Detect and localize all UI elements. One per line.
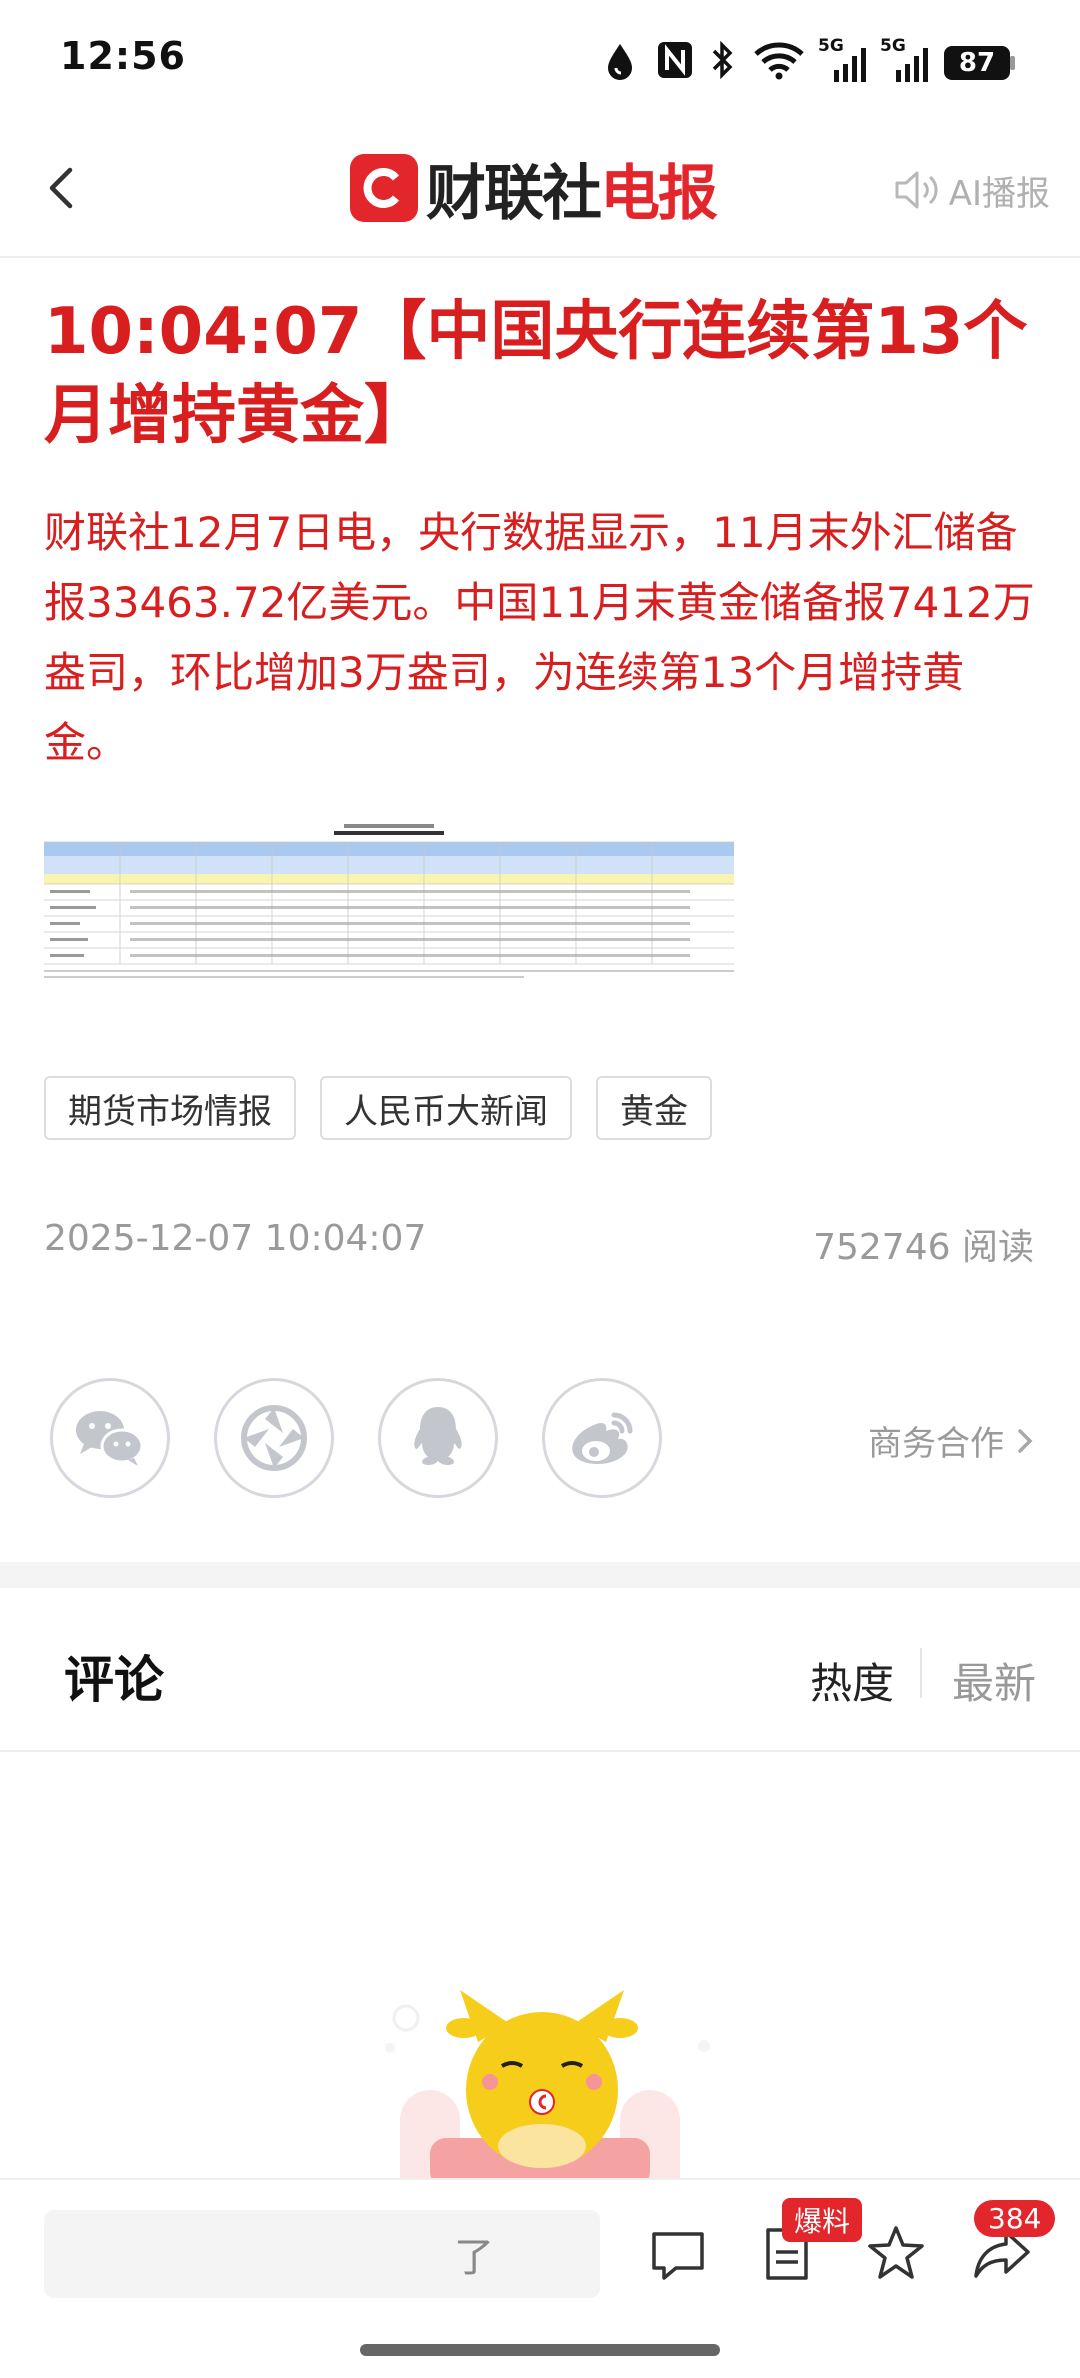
- moments-icon: [241, 1405, 307, 1471]
- article-headline: 10:04:07【中国央行连续第13个月增持黄金】: [44, 295, 1028, 453]
- business-cooperation-link[interactable]: 商务合作: [868, 1416, 1040, 1465]
- home-indicator[interactable]: [360, 2344, 720, 2356]
- qq-icon: [414, 1407, 462, 1465]
- share-qq-button[interactable]: [378, 1378, 498, 1498]
- wifi-icon: [754, 42, 804, 80]
- read-count-label: 阅读: [961, 1227, 1034, 1268]
- sort-separator: [920, 1648, 922, 1698]
- tag-rmb-news[interactable]: 人民币大新闻: [320, 1076, 572, 1140]
- logo-main-text: 财联社: [426, 158, 602, 229]
- nfc-icon: [658, 42, 692, 78]
- sort-by-hot-tab[interactable]: 热度: [810, 1650, 894, 1711]
- bluetooth-icon: [712, 40, 733, 80]
- logo-accent-text: 电报: [600, 158, 718, 229]
- baoliao-badge: 爆料: [782, 2198, 863, 2242]
- publish-time: 2025-12-07 10:04:07: [44, 1218, 427, 1259]
- signal-2-icon: 5G: [880, 36, 930, 82]
- share-weibo-button[interactable]: [542, 1378, 662, 1498]
- section-divider: [0, 1562, 1080, 1588]
- back-button[interactable]: [36, 160, 92, 216]
- battery-indicator: 87: [944, 46, 1010, 80]
- comment-input[interactable]: 了: [44, 2210, 600, 2298]
- tag-futures[interactable]: 期货市场情报: [44, 1076, 296, 1140]
- comment-input-placeholder: 了: [454, 2235, 494, 2281]
- bottom-bar: 了 爆料 384: [0, 2178, 1080, 2378]
- weibo-icon: [572, 1412, 633, 1464]
- reserve-table-image[interactable]: [44, 820, 734, 990]
- sort-by-new-tab[interactable]: 最新: [952, 1650, 1036, 1711]
- tag-gold[interactable]: 黄金: [596, 1076, 712, 1140]
- water-drop-icon: [608, 44, 632, 80]
- star-icon[interactable]: [864, 2222, 928, 2286]
- speaker-icon: [895, 171, 938, 209]
- wechat-icon: [76, 1411, 144, 1466]
- cls-logo-text: 财联社电报: [426, 145, 718, 232]
- cls-logo-mark: [350, 154, 418, 222]
- share-count-badge: 384: [974, 2200, 1056, 2237]
- comments-divider: [0, 1750, 1080, 1752]
- read-count: 752746 阅读: [813, 1218, 1034, 1270]
- chevron-right-icon: [1018, 1428, 1033, 1453]
- signal-1-icon: 5G: [818, 36, 868, 82]
- status-bar: 12:56 5G 5G 87: [0, 0, 1080, 120]
- comment-icon[interactable]: [646, 2222, 710, 2286]
- comments-title: 评论: [64, 1651, 164, 1709]
- read-count-number: 752746: [813, 1227, 951, 1268]
- article-body: 财联社12月7日电，央行数据显示，11月末外汇储备报33463.72亿美元。中国…: [44, 508, 1035, 767]
- cls-logo: 财联社电报: [350, 148, 730, 229]
- mascot-illustration: [385, 1990, 710, 2180]
- battery-tip: [1010, 56, 1015, 70]
- business-cooperation-label: 商务合作: [868, 1424, 1004, 1464]
- share-moments-button[interactable]: [214, 1378, 334, 1498]
- status-time: 12:56: [60, 34, 186, 78]
- ai-broadcast-label: AI播报: [948, 173, 1050, 214]
- share-wechat-button[interactable]: [50, 1378, 170, 1498]
- tag-list: 期货市场情报 人民币大新闻 黄金: [44, 1076, 712, 1140]
- ai-broadcast-button[interactable]: AI播报: [893, 160, 1050, 220]
- header: 财联社电报 AI播报: [0, 120, 1080, 258]
